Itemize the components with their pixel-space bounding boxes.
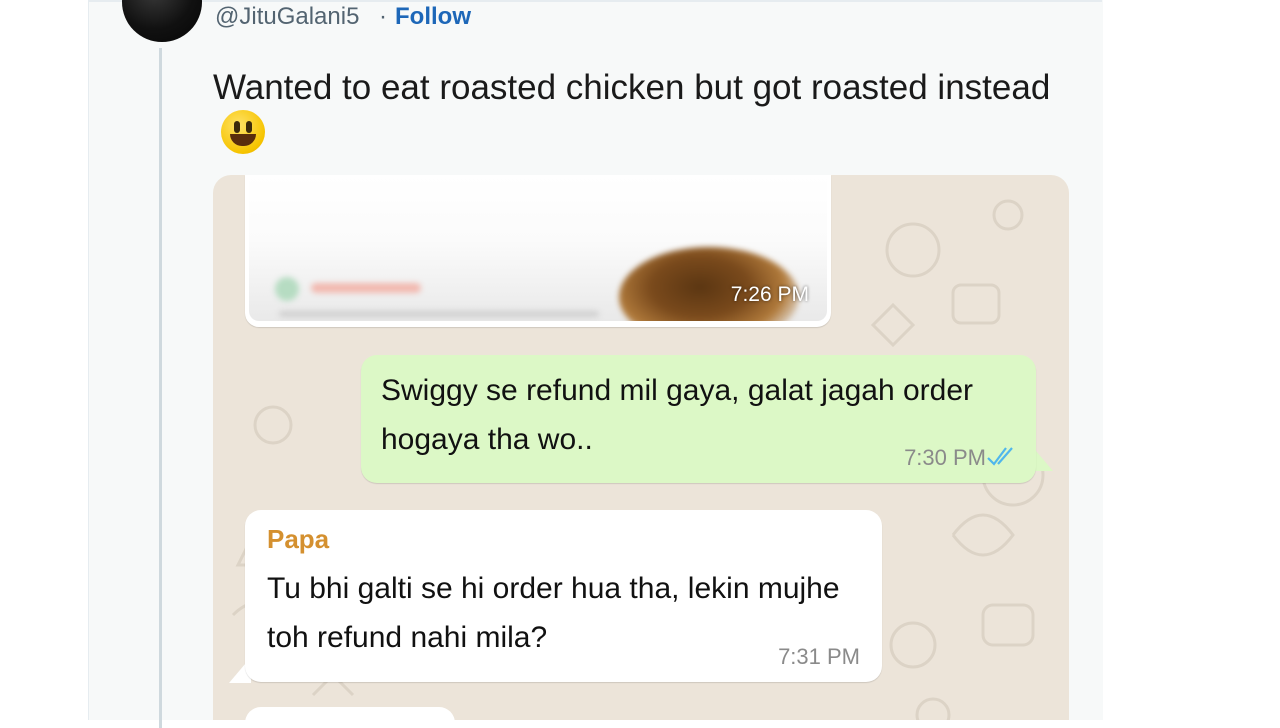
user-handle[interactable]: @JituGalani5 (215, 3, 359, 31)
sender-name: Papa (267, 524, 330, 554)
image-message-time: 7:26 PM (730, 283, 809, 306)
outgoing-message-time: 7:30 PM (904, 445, 986, 470)
outgoing-message-bubble[interactable]: Swiggy se refund mil gaya, galat jagah o… (361, 355, 1036, 483)
separator-dot: · (379, 3, 387, 30)
double-check-read-icon (987, 447, 1013, 466)
card-top-border (88, 0, 1102, 2)
incoming-message-text: Tu bhi galti se hi order hua tha, lekin … (267, 572, 840, 654)
blurred-link-line (279, 311, 599, 317)
page-margin-right (1103, 0, 1280, 720)
tweet-text: Wanted to eat roasted chicken but got ro… (213, 66, 1073, 156)
thread-line (159, 48, 162, 728)
app-logo-icon (275, 277, 299, 301)
blurred-image-preview[interactable]: 7:26 PM (249, 175, 827, 321)
follow-button[interactable]: Follow (395, 3, 471, 31)
tweet-body: Wanted to eat roasted chicken but got ro… (213, 68, 1051, 107)
blurred-caption (311, 283, 421, 293)
next-message-bubble-partial[interactable] (245, 707, 455, 720)
image-message-bubble[interactable]: 7:26 PM (245, 175, 831, 327)
page-margin-left (0, 0, 88, 720)
grinning-face-emoji-icon (221, 110, 265, 154)
incoming-message-time: 7:31 PM (778, 644, 860, 669)
chat-screenshot-image[interactable]: 7:26 PM Swiggy se refund mil gaya, galat… (213, 175, 1069, 720)
incoming-message-bubble[interactable]: Papa Tu bhi galti se hi order hua tha, l… (245, 510, 882, 682)
